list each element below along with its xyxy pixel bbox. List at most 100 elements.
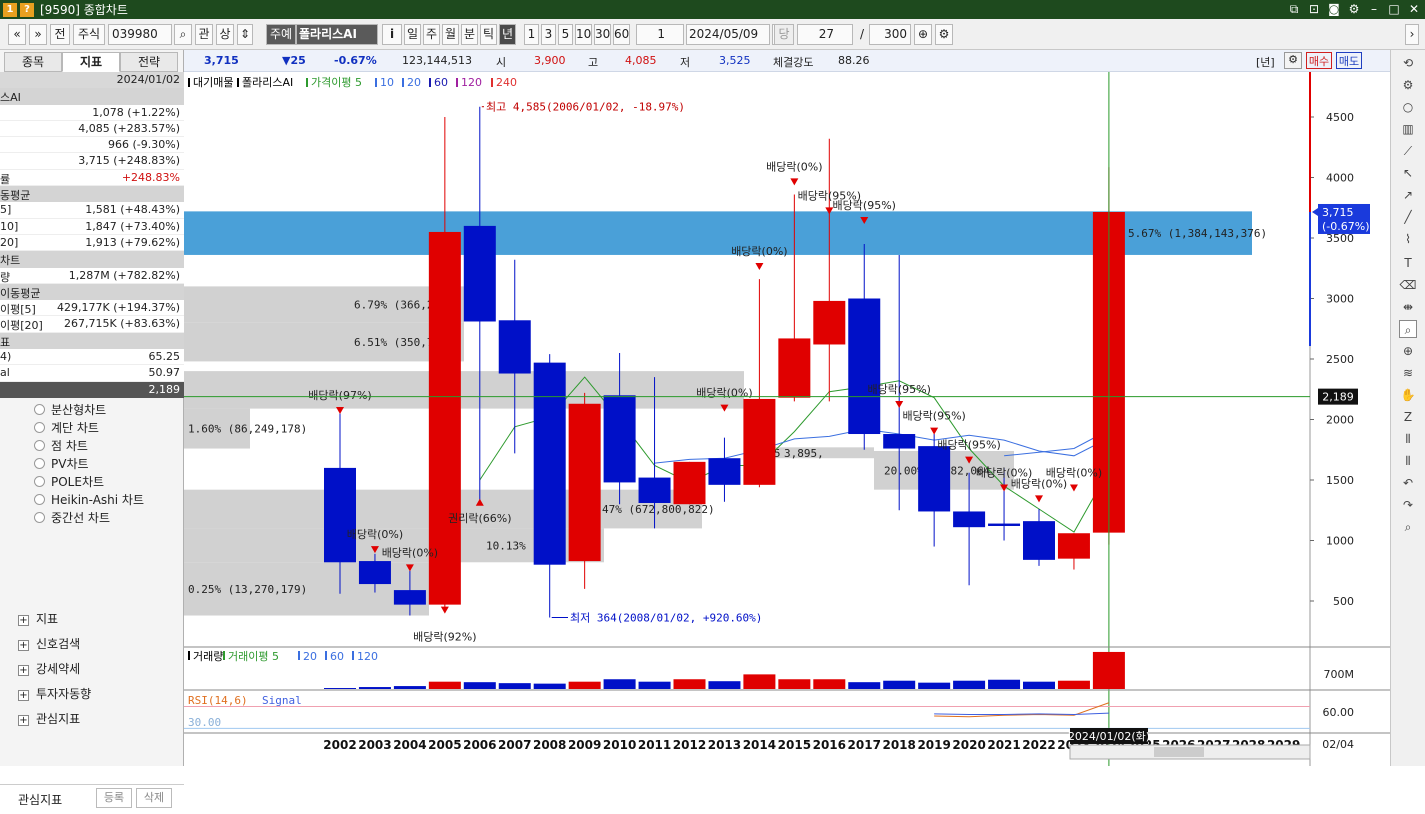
count-input[interactable]: 27: [797, 24, 853, 45]
y-tick-label: 1500: [1326, 474, 1354, 487]
before-button[interactable]: 전: [50, 24, 70, 45]
tab-strategy[interactable]: 전략: [120, 52, 178, 72]
y-tick-label: 1000: [1326, 535, 1354, 548]
redo-tool-icon[interactable]: ↷: [1399, 496, 1417, 514]
radio-icon[interactable]: [34, 404, 45, 415]
restore-icon[interactable]: ⧉: [1287, 1, 1301, 17]
chart-type-option[interactable]: 계단 차트: [34, 419, 99, 436]
interval-button[interactable]: 5: [558, 24, 573, 45]
interval-button[interactable]: 60: [613, 24, 630, 45]
line-tool-icon[interactable]: ╱: [1399, 208, 1417, 226]
chart-type-option[interactable]: 분산형차트: [34, 401, 106, 418]
tree-folder[interactable]: + 관심지표: [18, 710, 80, 727]
trend-tool-icon[interactable]: ↗: [1399, 186, 1417, 204]
favorite-button[interactable]: 관: [195, 24, 213, 45]
bars-tool-icon[interactable]: ⦀: [1399, 452, 1417, 470]
expand-icon[interactable]: +: [18, 715, 29, 726]
period-button[interactable]: 월: [442, 24, 459, 45]
config-icon[interactable]: ⚙: [935, 24, 953, 45]
fib-tool-icon[interactable]: ≋: [1399, 364, 1417, 382]
data-label: 스AI: [0, 91, 21, 105]
tree-folder[interactable]: + 신호검색: [18, 635, 80, 652]
total-input[interactable]: 300: [869, 24, 911, 45]
unit-select[interactable]: 1: [636, 24, 684, 45]
radio-icon[interactable]: [34, 458, 45, 469]
settings-icon[interactable]: ⚙: [1347, 1, 1361, 17]
auto-tool-icon[interactable]: ⌇: [1399, 230, 1417, 248]
period-tag: [년]: [1256, 56, 1275, 69]
circle-tool-icon[interactable]: ○: [1399, 98, 1417, 116]
expand-icon[interactable]: +: [18, 665, 29, 676]
expand-icon[interactable]: +: [18, 690, 29, 701]
chart-type-option[interactable]: Heikin-Ashi 차트: [34, 491, 144, 508]
expand-icon[interactable]: +: [18, 640, 29, 651]
interval-button[interactable]: 3: [541, 24, 556, 45]
maximize-icon[interactable]: □: [1387, 1, 1401, 17]
period-button[interactable]: 년: [499, 24, 516, 45]
chart-area[interactable]: 5.67% (1,384,143,376) 6.79% (366,21 6.51% …: [184, 72, 1390, 766]
chart-type-option[interactable]: PV차트: [34, 455, 89, 472]
price-chart[interactable]: 5.67% (1,384,143,376)6.79% (366,216.51% …: [184, 72, 1390, 766]
grid-tool-icon[interactable]: ⦀: [1399, 430, 1417, 448]
split-tool-icon[interactable]: ⇼: [1399, 298, 1417, 316]
chart-type-label: PV차트: [51, 457, 89, 471]
period-button[interactable]: 일: [404, 24, 421, 45]
period-button[interactable]: 틱: [480, 24, 497, 45]
date-input[interactable]: 2024/05/09: [686, 24, 770, 45]
period-button[interactable]: 주: [423, 24, 440, 45]
register-button[interactable]: 등록: [96, 788, 132, 808]
tree-folder[interactable]: + 지표: [18, 610, 58, 627]
interval-button[interactable]: 30: [594, 24, 611, 45]
search-icon[interactable]: ⌕: [174, 24, 192, 45]
delete-button[interactable]: 삭제: [136, 788, 172, 808]
radio-icon[interactable]: [34, 422, 45, 433]
pin-icon[interactable]: ⊡: [1307, 1, 1321, 17]
z-tool-icon[interactable]: Z: [1399, 408, 1417, 426]
undo-tool-icon[interactable]: ↶: [1399, 474, 1417, 492]
tree-folder[interactable]: + 투자자동향: [18, 685, 91, 702]
sang-button[interactable]: 상: [216, 24, 234, 45]
current-button[interactable]: 당: [774, 24, 794, 45]
chart-type-option[interactable]: 점 차트: [34, 437, 88, 454]
period-button[interactable]: 분: [461, 24, 478, 45]
cross-tool-icon[interactable]: ⟋: [1399, 142, 1417, 160]
chart-type-option[interactable]: 중간선 차트: [34, 509, 110, 526]
updown-spinner[interactable]: ⇕: [237, 24, 253, 45]
eraser-tool-icon[interactable]: ⌫: [1399, 276, 1417, 294]
radio-icon[interactable]: [34, 476, 45, 487]
chart-settings-icon[interactable]: ⚙: [1284, 52, 1302, 69]
pointer-tool-icon[interactable]: ↖: [1399, 164, 1417, 182]
prev-stock-button[interactable]: «: [8, 24, 26, 45]
tree-folder[interactable]: + 강세약세: [18, 660, 80, 677]
zoom-icon[interactable]: ⊕: [914, 24, 932, 45]
search-tool-icon[interactable]: ⌕: [1399, 518, 1417, 536]
refresh-icon[interactable]: ⟲: [1399, 54, 1417, 72]
zoom-tool-icon[interactable]: ⌕: [1399, 320, 1417, 338]
help-badge[interactable]: ?: [20, 2, 34, 17]
radio-icon[interactable]: [34, 440, 45, 451]
minimize-icon[interactable]: –: [1367, 1, 1381, 17]
close-icon[interactable]: ✕: [1407, 1, 1421, 17]
stock-code-input[interactable]: 039980: [108, 24, 172, 45]
expand-icon[interactable]: +: [18, 615, 29, 626]
tab-stocks[interactable]: 종목: [4, 52, 62, 72]
camera-icon[interactable]: ◙: [1327, 1, 1341, 17]
interval-button[interactable]: 1: [524, 24, 539, 45]
text-tool-icon[interactable]: T: [1399, 254, 1417, 272]
scroll-right-icon[interactable]: ›: [1405, 24, 1419, 45]
info-button[interactable]: i: [382, 24, 402, 45]
next-stock-button[interactable]: »: [29, 24, 47, 45]
market-select[interactable]: 주식: [73, 24, 105, 45]
radio-icon[interactable]: [34, 512, 45, 523]
interval-button[interactable]: 10: [575, 24, 592, 45]
zoom-in-tool-icon[interactable]: ⊕: [1399, 342, 1417, 360]
hand-tool-icon[interactable]: ✋: [1399, 386, 1417, 404]
chart-type-option[interactable]: POLE차트: [34, 473, 104, 490]
tab-indicators[interactable]: 지표: [62, 52, 120, 72]
chart-tool-icon[interactable]: ▥: [1399, 120, 1417, 138]
preview-toggle[interactable]: 주예: [266, 24, 296, 45]
sell-button[interactable]: 매도: [1336, 52, 1362, 69]
radio-icon[interactable]: [34, 494, 45, 505]
settings-tool-icon[interactable]: ⚙: [1399, 76, 1417, 94]
buy-button[interactable]: 매수: [1306, 52, 1332, 69]
